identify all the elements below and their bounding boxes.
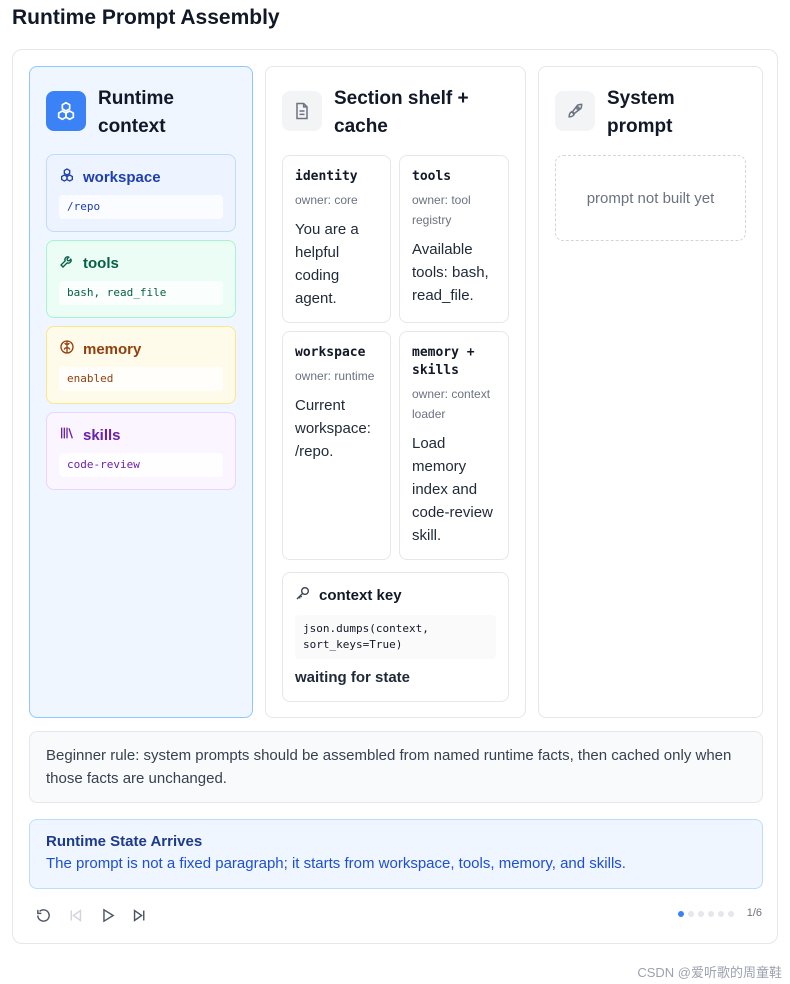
section-text: You are a helpful coding agent. bbox=[295, 221, 359, 307]
step-description: Runtime State Arrives The prompt is not … bbox=[29, 819, 763, 889]
brain-icon bbox=[59, 339, 75, 359]
context-item-label: tools bbox=[83, 254, 119, 272]
reset-button[interactable] bbox=[33, 905, 53, 925]
wrench-icon bbox=[59, 253, 75, 273]
step-text: The prompt is not a fixed paragraph; it … bbox=[46, 855, 626, 872]
section-card-workspace: workspace owner: runtime Current workspa… bbox=[282, 331, 391, 560]
context-key-status: waiting for state bbox=[295, 669, 411, 686]
skip-forward-icon bbox=[133, 908, 144, 922]
progress-dot[interactable] bbox=[728, 911, 734, 917]
progress-dot[interactable] bbox=[678, 911, 684, 917]
cubes-icon bbox=[59, 167, 75, 187]
context-item-header: skills bbox=[59, 425, 121, 445]
skip-back-icon bbox=[70, 908, 81, 922]
section-owner: owner: tool registry bbox=[412, 193, 471, 227]
reset-icon bbox=[36, 908, 50, 922]
play-button[interactable] bbox=[97, 905, 117, 925]
context-item-label: workspace bbox=[83, 168, 161, 186]
next-step-button[interactable] bbox=[129, 905, 149, 925]
progress-dot[interactable] bbox=[698, 911, 704, 917]
context-item-value: /repo bbox=[59, 195, 223, 219]
section-owner: owner: runtime bbox=[295, 369, 375, 383]
section-owner: owner: context loader bbox=[412, 387, 491, 421]
context-item-value: bash, read_file bbox=[59, 281, 223, 305]
context-item-header: tools bbox=[59, 253, 119, 273]
context-item-header: workspace bbox=[59, 167, 161, 187]
progress-dot[interactable] bbox=[718, 911, 724, 917]
watermark: CSDN @爱听歌的周童鞋 bbox=[637, 965, 782, 980]
context-item-tools: tools bash, read_file bbox=[46, 240, 236, 318]
section-name: memory + skills bbox=[412, 345, 475, 378]
section-name: workspace bbox=[295, 345, 366, 360]
section-owner: owner: core bbox=[295, 193, 358, 207]
context-key-card: context key json.dumps(context, sort_key… bbox=[282, 572, 509, 702]
document-icon bbox=[282, 91, 322, 131]
context-key-header: context key bbox=[295, 585, 496, 605]
context-item-header: memory bbox=[59, 339, 141, 359]
context-item-label: skills bbox=[83, 426, 121, 444]
section-name: tools bbox=[412, 169, 452, 184]
step-progress-dots bbox=[678, 911, 734, 917]
runtime-context-title: Runtime context bbox=[98, 88, 174, 137]
system-prompt-panel: System prompt prompt not built yet bbox=[538, 66, 763, 718]
cubes-icon bbox=[46, 91, 86, 131]
section-card-identity: identity owner: core You are a helpful c… bbox=[282, 155, 391, 323]
system-prompt-header: System prompt bbox=[555, 85, 707, 141]
page-title: Runtime Prompt Assembly bbox=[12, 6, 280, 29]
system-prompt-title: System prompt bbox=[607, 88, 675, 137]
context-item-label: memory bbox=[83, 340, 142, 358]
context-item-skills: skills code-review bbox=[46, 412, 236, 490]
section-shelf-header: Section shelf + cache bbox=[282, 85, 504, 141]
step-counter: 1/6 bbox=[746, 907, 762, 919]
section-card-tools: tools owner: tool registry Available too… bbox=[399, 155, 509, 323]
section-card-memory-skills: memory + skills owner: context loader Lo… bbox=[399, 331, 509, 560]
context-item-memory: memory enabled bbox=[46, 326, 236, 404]
step-title: Runtime State Arrives bbox=[46, 833, 203, 850]
context-item-workspace: workspace /repo bbox=[46, 154, 236, 232]
progress-dot[interactable] bbox=[708, 911, 714, 917]
previous-step-button[interactable] bbox=[65, 905, 85, 925]
section-shelf-title: Section shelf + cache bbox=[334, 88, 469, 137]
section-text: Available tools: bash, read_file. bbox=[412, 241, 489, 304]
section-text: Load memory index and code-review skill. bbox=[412, 435, 493, 544]
section-text: Current workspace: /repo. bbox=[295, 397, 371, 460]
section-name: identity bbox=[295, 169, 358, 184]
context-item-value: enabled bbox=[59, 367, 223, 391]
system-prompt-placeholder: prompt not built yet bbox=[555, 155, 746, 241]
runtime-context-panel: Runtime context workspace /repo tools ba… bbox=[29, 66, 253, 718]
section-shelf-panel: Section shelf + cache identity owner: co… bbox=[265, 66, 526, 718]
progress-dot[interactable] bbox=[688, 911, 694, 917]
play-icon bbox=[102, 908, 115, 922]
context-key-code: json.dumps(context, sort_keys=True) bbox=[295, 615, 496, 659]
context-item-value: code-review bbox=[59, 453, 223, 477]
context-key-title: context key bbox=[319, 586, 402, 604]
runtime-context-header: Runtime context bbox=[46, 85, 208, 141]
key-icon bbox=[295, 585, 311, 605]
beginner-rule-note: Beginner rule: system prompts should be … bbox=[29, 731, 763, 803]
library-icon bbox=[59, 425, 75, 445]
rocket-icon bbox=[555, 91, 595, 131]
